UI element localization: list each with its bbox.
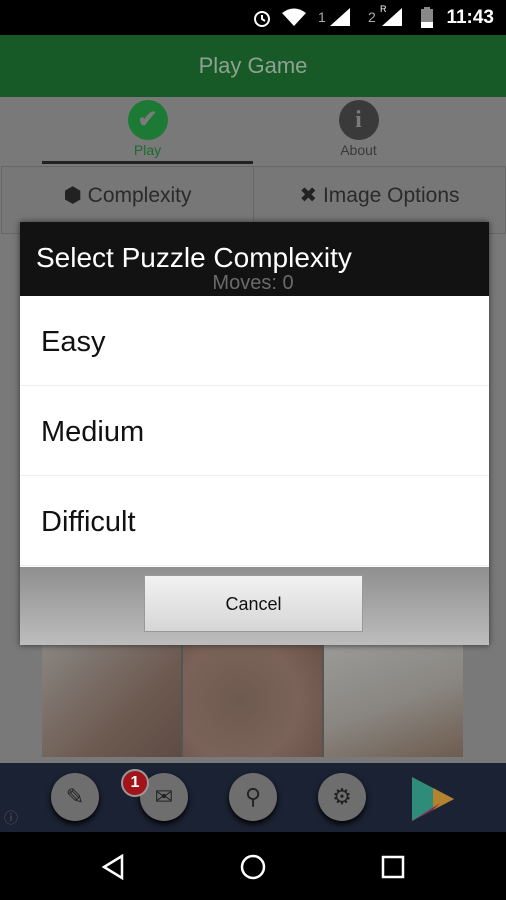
app-bar-title: Play Game [0, 35, 506, 97]
home-icon[interactable] [240, 854, 266, 880]
puzzle-tile[interactable] [183, 645, 322, 757]
wifi-icon [282, 8, 306, 26]
ad-info-icon[interactable]: ⓘ [4, 808, 18, 828]
option-easy[interactable]: Easy [20, 296, 489, 386]
option-difficult[interactable]: Difficult [20, 476, 489, 566]
dialog-title: Select Puzzle Complexity [20, 222, 489, 296]
status-bar: 1 2 R 11:43 [0, 0, 506, 35]
sim1-label: 1 [318, 9, 326, 25]
puzzle-tile[interactable] [42, 645, 181, 757]
search-icon[interactable]: ⚲ [229, 773, 277, 821]
edit-icon[interactable]: ✎ [51, 773, 99, 821]
battery-icon [421, 7, 433, 28]
button-label: Image Options [322, 184, 460, 207]
tab-indicator [42, 161, 253, 164]
back-icon[interactable] [100, 854, 126, 880]
button-label: Complexity [87, 184, 192, 207]
play-store-icon[interactable] [410, 775, 456, 823]
cancel-button[interactable]: Cancel [144, 575, 363, 632]
complexity-dialog: Select Puzzle Complexity Easy Medium Dif… [20, 222, 489, 645]
navigation-bar [0, 832, 506, 900]
signal-icon [382, 8, 402, 26]
tab-label: About [340, 142, 377, 158]
notification-badge: 1 [121, 769, 149, 797]
ad-banner[interactable]: ⓘ ✎ ✉ ⚲ ⚙ [0, 763, 506, 832]
cube-icon: ⬢ [63, 184, 82, 207]
option-medium[interactable]: Medium [20, 386, 489, 476]
sim2-label: 2 [368, 9, 376, 25]
signal-icon [330, 8, 350, 26]
clock: 11:43 [446, 7, 494, 28]
puzzle-grid [42, 645, 463, 757]
check-circle-icon: ✔ [127, 100, 168, 140]
gear-icon[interactable]: ⚙ [318, 773, 366, 821]
puzzle-tile[interactable] [324, 645, 463, 757]
tab-about[interactable]: i About [232, 97, 485, 165]
info-icon: i [338, 100, 379, 140]
dialog-footer: Cancel [20, 567, 489, 645]
recents-icon[interactable] [381, 855, 405, 879]
tools-icon: ✖ [299, 184, 318, 207]
alarm-icon [254, 11, 270, 27]
